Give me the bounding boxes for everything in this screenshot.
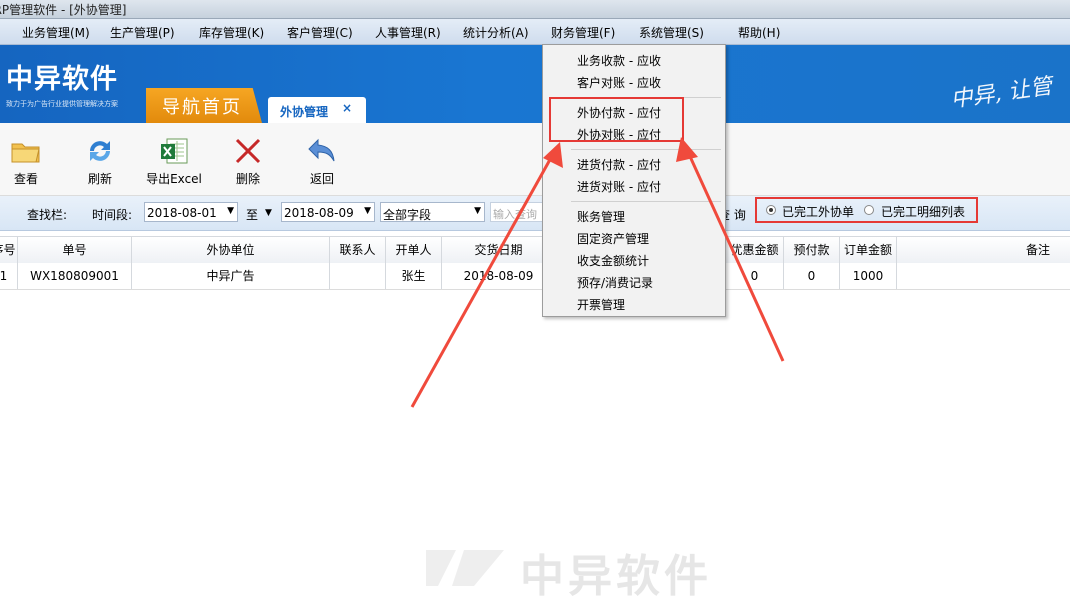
annotation-arrows: [410, 137, 785, 408]
annotation-arrow-right: [686, 151, 785, 362]
annotation-arrow-left: [410, 155, 554, 408]
arrowhead-icon: [676, 137, 698, 162]
